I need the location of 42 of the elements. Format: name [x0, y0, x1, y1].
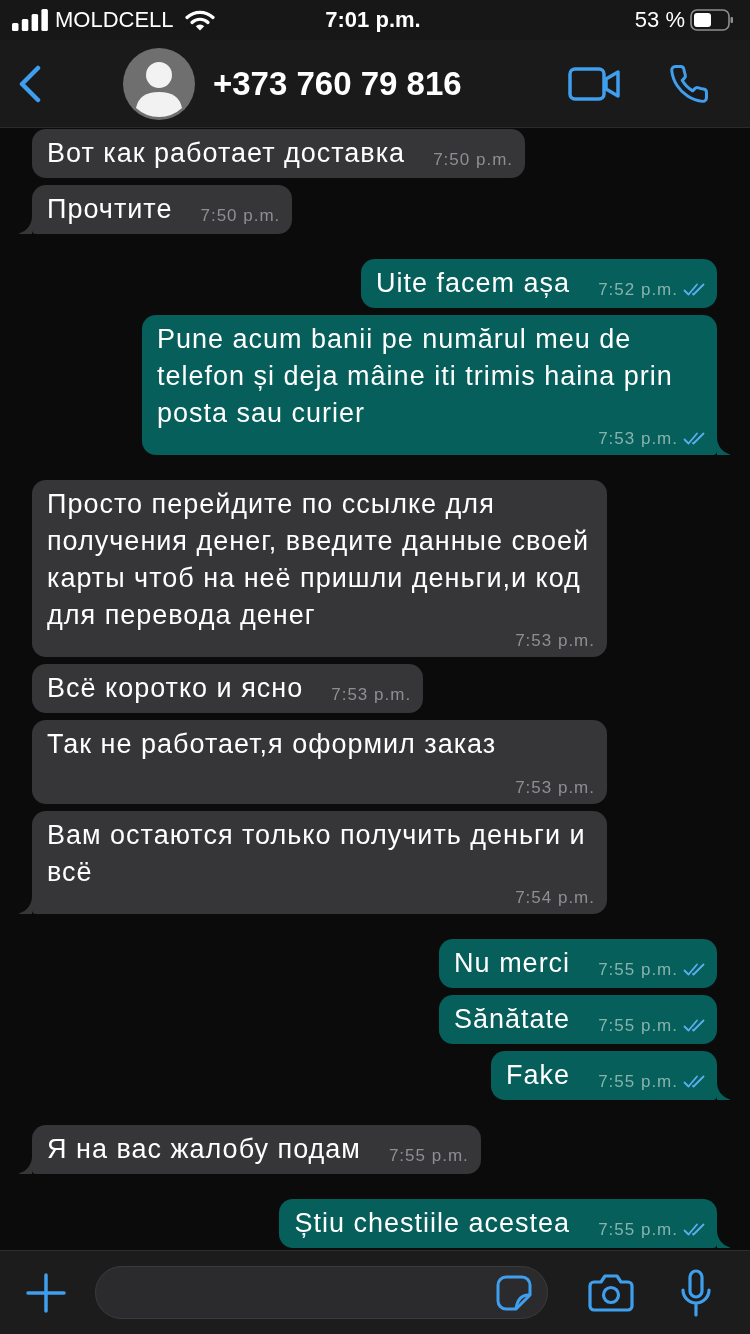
battery-icon	[690, 9, 734, 31]
wifi-icon	[184, 9, 215, 31]
message-text: Всё коротко и ясно	[47, 673, 304, 703]
camera-icon[interactable]	[588, 1273, 634, 1312]
message-text: Fake	[506, 1060, 571, 1090]
message-text: Pune acum banii pe numărul meu de telefon și deja mâine iti trimis haina prin posta sau curier	[157, 324, 673, 428]
message-time: 7:54 p.m.	[515, 888, 595, 908]
battery-percentage: 53 %	[634, 7, 685, 33]
message-time: 7:50 p.m.	[433, 150, 513, 170]
sticker-icon[interactable]	[496, 1274, 532, 1311]
chevron-left-icon[interactable]	[18, 64, 42, 103]
message-time: 7:50 p.m.	[200, 206, 281, 226]
message-time: 7:52 p.m.	[598, 280, 678, 300]
message-text: Nu merci	[454, 948, 571, 978]
message-text: Știu chestiile acestea	[294, 1208, 571, 1238]
message-text: Uite facem așa	[376, 268, 571, 298]
message-input-field[interactable]	[95, 1266, 548, 1319]
message-text: Я на вас жалобу подам	[47, 1134, 361, 1164]
message-text: Прочтите	[47, 194, 173, 224]
message-text: Так не работает,я оформил заказ	[47, 729, 497, 759]
phone-icon[interactable]	[668, 62, 710, 105]
contact-name[interactable]: +373 760 79 816	[213, 63, 462, 104]
message-text: Просто перейдите по ссылке для получения денег, введите данные своей карты чтоб на неё пришли деньги,и код для перевода денег	[47, 489, 590, 630]
avatar-icon[interactable]	[123, 47, 195, 120]
message-text: Вот как работает доставка	[47, 138, 406, 168]
message-time: 7:53 p.m.	[598, 429, 678, 449]
message-text: Вам остаются только получить деньги и всё	[47, 820, 586, 887]
status-time: 7:01 p.m.	[325, 7, 421, 33]
microphone-icon[interactable]	[680, 1268, 712, 1317]
video-camera-icon[interactable]	[568, 66, 620, 101]
message-time: 7:53 p.m.	[331, 685, 412, 705]
message-time: 7:55 p.m.	[598, 1220, 678, 1240]
message-time: 7:55 p.m.	[598, 960, 678, 980]
message-time: 7:53 p.m.	[515, 631, 595, 651]
signal-bars-icon	[12, 9, 48, 31]
message-time: 7:53 p.m.	[515, 778, 595, 798]
message-time: 7:55 p.m.	[388, 1146, 469, 1166]
message-time: 7:55 p.m.	[598, 1016, 678, 1036]
plus-icon[interactable]	[26, 1272, 66, 1313]
message-text: Sănătate	[454, 1004, 571, 1034]
carrier-name: MOLDCELL	[55, 7, 174, 33]
message-time: 7:55 p.m.	[598, 1072, 678, 1092]
